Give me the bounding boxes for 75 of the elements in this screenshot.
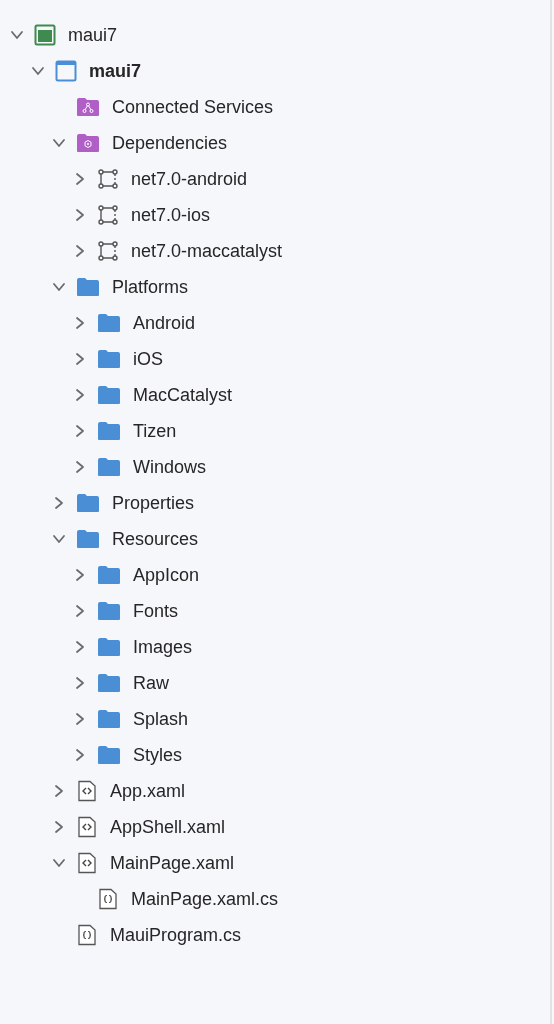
folder-icon (97, 709, 121, 729)
markup-file-icon (76, 780, 98, 802)
tree-item-label[interactable]: MainPage.xaml (110, 852, 235, 874)
tree-item-label[interactable]: MacCatalyst (133, 384, 233, 406)
framework-icon (97, 168, 119, 190)
folder-icon (97, 673, 121, 693)
tree-item-label[interactable]: Styles (133, 744, 183, 766)
tree-item-label[interactable]: Resources (112, 528, 199, 550)
chevron-icon[interactable] (73, 208, 87, 222)
tree-item-label[interactable]: net7.0-maccatalyst (131, 240, 283, 262)
tree-item-label[interactable]: Dependencies (112, 132, 228, 154)
tree-item-label[interactable]: MauiProgram.cs (110, 924, 242, 946)
folder-icon (97, 637, 121, 657)
tree-item-label[interactable]: MainPage.xaml.cs (131, 888, 279, 910)
folder-icon (76, 493, 100, 513)
chevron-icon[interactable] (73, 388, 87, 402)
framework-icon (97, 240, 119, 262)
chevron-icon[interactable] (73, 568, 87, 582)
code-file-icon (76, 924, 98, 946)
code-file-icon (97, 888, 119, 910)
chevron-icon[interactable] (73, 748, 87, 762)
folder-icon (97, 745, 121, 765)
markup-file-icon (76, 816, 98, 838)
tree-item-label[interactable]: Fonts (133, 600, 179, 622)
tree-item-label[interactable]: Android (133, 312, 196, 334)
framework-icon (97, 204, 119, 226)
services-folder-icon (76, 97, 100, 117)
chevron-icon[interactable] (52, 784, 66, 798)
folder-icon (97, 601, 121, 621)
chevron-icon[interactable] (52, 856, 66, 870)
chevron-icon[interactable] (52, 820, 66, 834)
chevron-icon[interactable] (10, 28, 24, 42)
folder-icon (76, 277, 100, 297)
chevron-icon[interactable] (73, 244, 87, 258)
window-icon (55, 60, 77, 82)
tree-item-label[interactable]: Images (133, 636, 193, 658)
chevron-icon[interactable] (52, 532, 66, 546)
tree-item-label[interactable]: Properties (112, 492, 195, 514)
folder-icon (97, 421, 121, 441)
tree-item-label[interactable]: AppIcon (133, 564, 200, 586)
folder-icon (97, 457, 121, 477)
chevron-icon[interactable] (52, 280, 66, 294)
folder-icon (97, 313, 121, 333)
package-folder-icon (76, 133, 100, 153)
chevron-icon[interactable] (73, 424, 87, 438)
tree-item-label[interactable]: Splash (133, 708, 189, 730)
chevron-icon[interactable] (73, 604, 87, 618)
chevron-icon[interactable] (73, 172, 87, 186)
markup-file-icon (76, 852, 98, 874)
tree-item-label[interactable]: Platforms (112, 276, 189, 298)
chevron-icon[interactable] (52, 136, 66, 150)
tree-item-label[interactable]: iOS (133, 348, 163, 370)
tree-item-label[interactable]: Raw (133, 672, 169, 694)
chevron-icon[interactable] (73, 712, 87, 726)
tree-item-label[interactable]: maui7 (89, 60, 142, 82)
tree-item-label[interactable]: App.xaml (110, 780, 186, 802)
folder-icon (97, 565, 121, 585)
tree-item-label[interactable]: AppShell.xaml (110, 816, 226, 838)
solution-icon (34, 24, 56, 46)
tree-item-label[interactable]: Connected Services (112, 96, 274, 118)
chevron-icon[interactable] (73, 316, 87, 330)
tree-item-label[interactable]: maui7 (68, 24, 118, 46)
folder-icon (97, 349, 121, 369)
chevron-icon[interactable] (52, 496, 66, 510)
folder-icon (97, 385, 121, 405)
chevron-icon[interactable] (73, 640, 87, 654)
tree-item-label[interactable]: net7.0-ios (131, 204, 211, 226)
tree-item-label[interactable]: Windows (133, 456, 207, 478)
tree-item-label[interactable]: Tizen (133, 420, 177, 442)
folder-icon (76, 529, 100, 549)
chevron-icon[interactable] (31, 64, 45, 78)
tree-item-label[interactable]: net7.0-android (131, 168, 248, 190)
chevron-icon[interactable] (73, 460, 87, 474)
chevron-icon[interactable] (73, 676, 87, 690)
chevron-icon[interactable] (73, 352, 87, 366)
